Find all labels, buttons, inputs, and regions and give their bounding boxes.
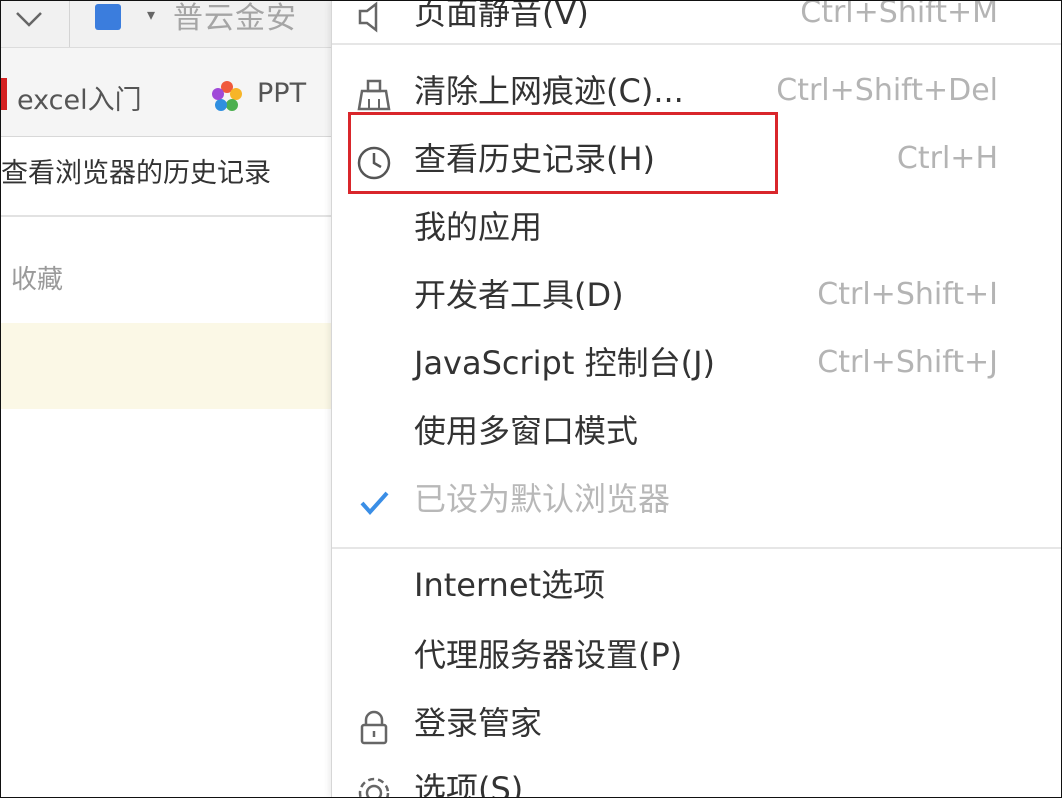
- page-tab-title[interactable]: 查看浏览器的历史记录: [1, 151, 271, 190]
- flower-icon: [212, 81, 242, 111]
- menu-item-shortcut: Ctrl+Shift+J: [817, 345, 998, 380]
- menu-separator: [332, 43, 1061, 45]
- speaker-icon: [358, 1, 378, 33]
- favorites-label[interactable]: 收藏: [11, 259, 63, 296]
- toolbar-divider: [69, 1, 70, 47]
- menu-item-label: 使用多窗口模式: [414, 412, 639, 450]
- menu-item-shortcut: Ctrl+H: [896, 141, 998, 176]
- menu-item-multi-window-mode[interactable]: 使用多窗口模式: [332, 401, 1061, 465]
- menu-item-my-apps[interactable]: 我的应用: [332, 197, 1061, 261]
- menu-item-shortcut: Ctrl+Shift+M: [800, 0, 998, 30]
- menu-item-label: 已设为默认浏览器: [414, 480, 671, 518]
- menu-item-label: 页面静音(V): [414, 0, 589, 32]
- menu-item-label: 代理服务器设置(P): [414, 636, 683, 674]
- menu-item-developer-tools[interactable]: 开发者工具(D) Ctrl+Shift+I: [332, 265, 1061, 329]
- browser-toolbar: ▾ 普云金安: [1, 1, 331, 48]
- menu-item-login-manager[interactable]: 登录管家: [332, 693, 1061, 757]
- screenshot-frame: ▾ 普云金安 excel入门 PPT 查看浏览器的历史记录 收藏 页面静音(V)…: [0, 0, 1062, 798]
- menu-item-label: JavaScript 控制台(J): [414, 344, 715, 382]
- menu-item-shortcut: Ctrl+Shift+Del: [776, 73, 998, 108]
- menu-item-label: Internet选项: [414, 566, 606, 604]
- search-engine-caret-icon[interactable]: ▾: [147, 5, 155, 24]
- bookmarks-bar: excel入门 PPT: [1, 48, 331, 137]
- broom-icon: [357, 79, 391, 111]
- annotation-highlight-box: [348, 112, 778, 194]
- menu-item-label: 清除上网痕迹(C)...: [414, 72, 684, 110]
- chevron-down-icon[interactable]: [9, 3, 49, 39]
- lock-icon: [360, 710, 388, 745]
- divider: [1, 215, 331, 217]
- menu-separator: [332, 547, 1061, 549]
- bookmark-ppt[interactable]: PPT: [257, 78, 306, 109]
- menu-item-proxy-settings[interactable]: 代理服务器设置(P): [332, 625, 1061, 689]
- search-box-text[interactable]: 普云金安: [173, 1, 297, 37]
- bookmark-excel[interactable]: excel入门: [17, 78, 142, 117]
- menu-item-shortcut: Ctrl+Shift+I: [817, 277, 998, 312]
- gear-icon: [358, 777, 390, 797]
- menu-item-internet-options[interactable]: Internet选项: [332, 555, 1061, 619]
- menu-item-mute-page[interactable]: 页面静音(V) Ctrl+Shift+M: [332, 0, 1061, 47]
- menu-item-options[interactable]: 选项(S): [332, 759, 1061, 798]
- bookmark-favicon: [1, 78, 7, 110]
- menu-item-default-browser: 已设为默认浏览器: [332, 469, 1061, 533]
- menu-item-label: 登录管家: [414, 704, 543, 742]
- menu-item-label: 我的应用: [414, 208, 543, 246]
- browser-background: ▾ 普云金安 excel入门 PPT 查看浏览器的历史记录 收藏: [1, 1, 331, 797]
- menu-item-label: 开发者工具(D): [414, 276, 624, 314]
- notification-area: [1, 323, 331, 409]
- menu-item-javascript-console[interactable]: JavaScript 控制台(J) Ctrl+Shift+J: [332, 333, 1061, 397]
- search-engine-logo-icon[interactable]: [95, 4, 121, 30]
- checkmark-icon: [360, 491, 389, 516]
- menu-item-label: 选项(S): [414, 770, 524, 798]
